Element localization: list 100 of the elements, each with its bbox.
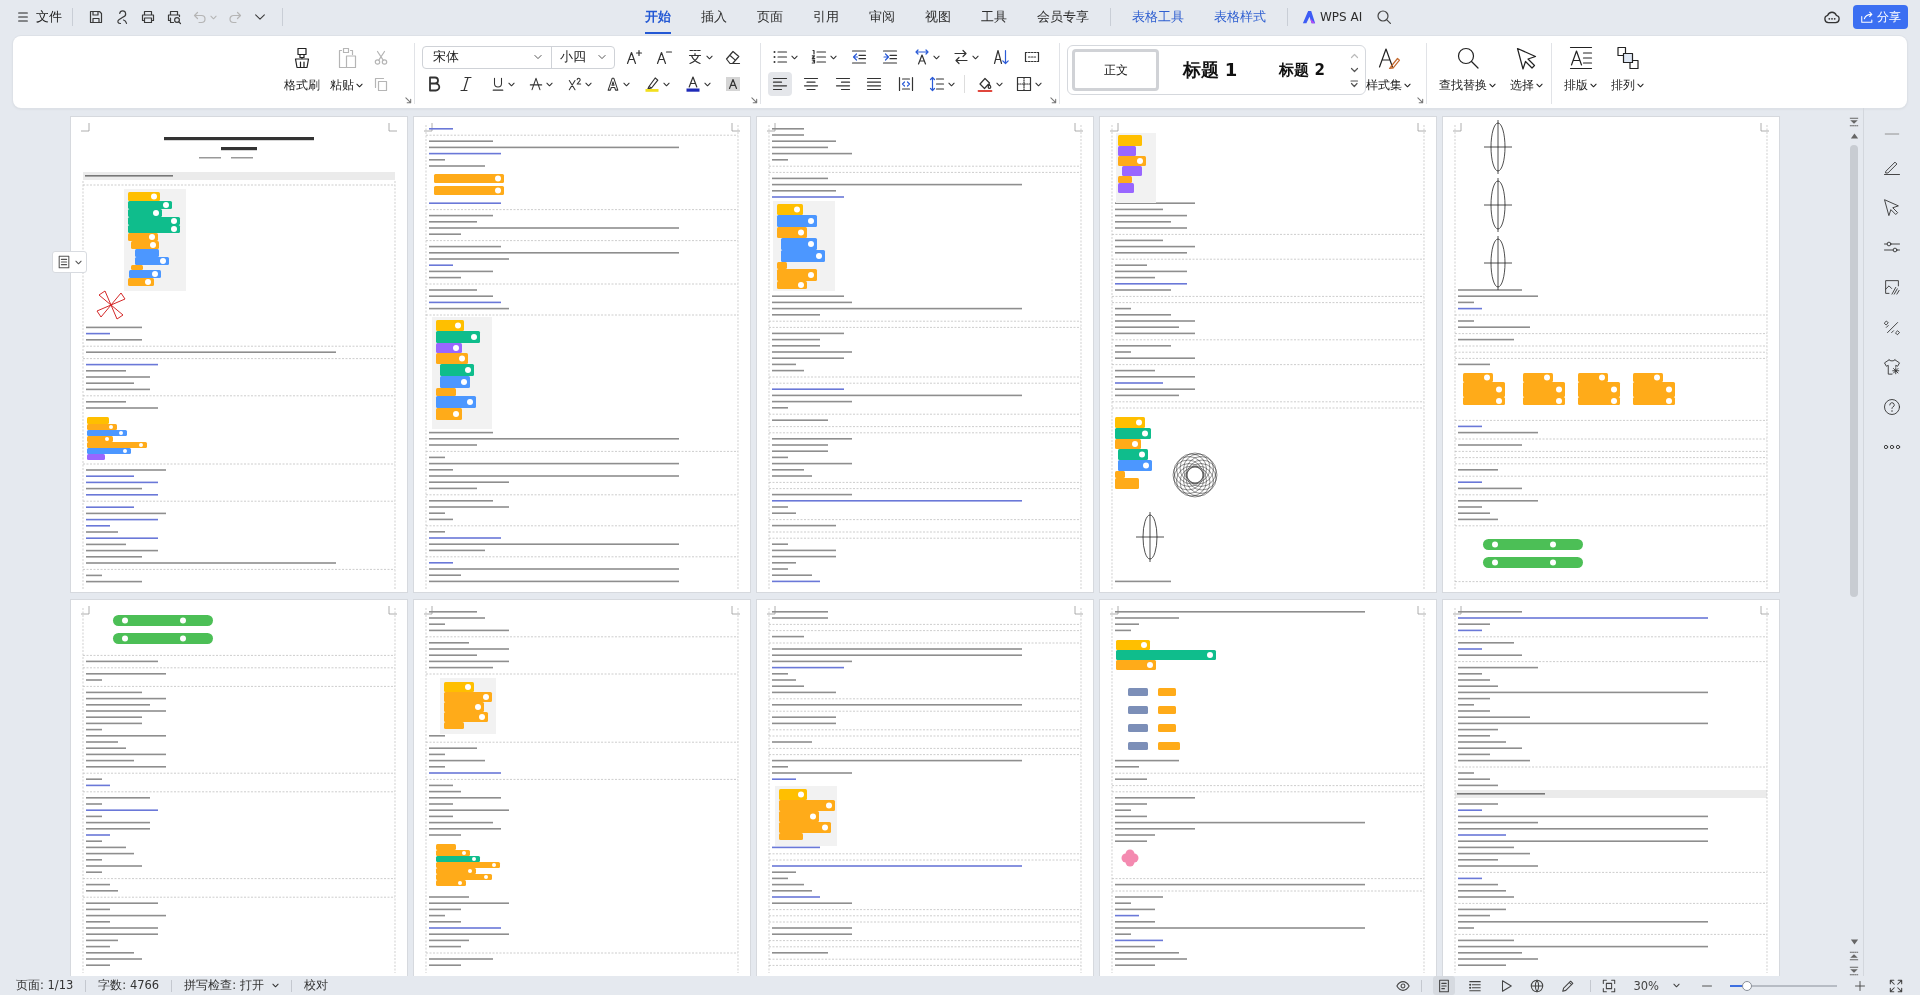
font-color-icon <box>684 76 701 92</box>
triangle-down-icon[interactable] <box>1849 938 1859 946</box>
ellipse-figure-drawing <box>1483 119 1512 175</box>
find-replace-button[interactable]: 查找替换 <box>1439 36 1496 94</box>
spell-check-button[interactable]: 拼写检查: 打开 <box>184 978 279 993</box>
select-button[interactable]: 选择 <box>1510 36 1543 94</box>
redo-icon <box>227 9 243 25</box>
save-icon[interactable] <box>88 9 104 25</box>
file-menu-button[interactable]: 文件 <box>16 8 62 26</box>
expand-gallery-icon[interactable] <box>1350 80 1359 88</box>
code-blocks-drawing <box>1127 688 1180 750</box>
menu-tab[interactable]: 表格样式 <box>1214 0 1266 34</box>
code-blocks-drawing <box>1522 373 1565 405</box>
style-option[interactable]: 标题 2 <box>1261 49 1343 91</box>
view-mode-button[interactable] <box>1433 976 1456 995</box>
code-blocks-drawing <box>1462 373 1505 405</box>
zoom-level-button[interactable]: 30% <box>1633 978 1680 993</box>
caret-icon <box>663 80 671 88</box>
pen-icon <box>1561 978 1576 993</box>
format-painter-button[interactable]: 格式刷 <box>284 36 320 94</box>
superscript-icon <box>567 77 582 91</box>
tools-icon[interactable] <box>1883 318 1901 336</box>
menu-tab[interactable]: 页面 <box>757 0 783 34</box>
cursor-icon[interactable] <box>1883 198 1901 216</box>
print-preview-icon[interactable] <box>166 9 182 25</box>
caret-icon <box>932 53 940 61</box>
ai-button[interactable]: WPS AI <box>1302 10 1363 24</box>
code-blocks-drawing <box>1115 133 1156 203</box>
code-blocks-drawing <box>1577 373 1620 405</box>
menu-tab[interactable]: 表格工具 <box>1132 0 1184 34</box>
page-view-icon <box>1437 978 1452 993</box>
outline-toggle-button[interactable] <box>52 251 87 273</box>
layout-button[interactable]: 排版 <box>1564 36 1597 94</box>
expand-arrow-icon[interactable] <box>405 97 412 104</box>
image-edit-icon[interactable] <box>1883 278 1901 296</box>
shirt-icon[interactable] <box>1883 358 1901 376</box>
strikethrough-icon <box>529 77 544 91</box>
ai-logo-icon <box>1302 10 1316 24</box>
page-down-icon[interactable] <box>1849 966 1859 976</box>
zoom-slider-thumb[interactable] <box>1742 980 1753 991</box>
menu-tab[interactable]: 工具 <box>981 0 1007 34</box>
page-indicator: 页面: 1/13 <box>16 978 74 993</box>
share-button[interactable]: 分享 <box>1853 5 1908 29</box>
flower-drawing <box>1121 849 1138 867</box>
caret-icon <box>1536 82 1543 89</box>
menu-tab[interactable]: 会员专享 <box>1037 0 1089 34</box>
triangle-up-icon[interactable] <box>1849 132 1859 140</box>
code-blocks-drawing <box>86 417 147 460</box>
ellipse-figure-drawing <box>1483 235 1512 291</box>
caret-icon <box>75 258 82 266</box>
fit-page-icon[interactable] <box>1602 978 1617 993</box>
outlined-letter-icon <box>605 77 620 91</box>
undo-icon <box>192 9 208 25</box>
swap-arrows-icon <box>953 49 970 65</box>
globe-icon <box>1530 978 1545 993</box>
menu-tab[interactable]: 插入 <box>701 0 727 34</box>
distributed-icon <box>897 76 914 92</box>
curve-icon[interactable] <box>114 9 130 25</box>
search-icon <box>1455 46 1480 70</box>
menu-icon <box>16 10 30 24</box>
menu-tab[interactable]: 视图 <box>925 0 951 34</box>
proofread-button[interactable]: 校对 <box>303 978 328 993</box>
numbered-list-icon <box>811 49 828 65</box>
fullscreen-icon[interactable] <box>1889 978 1903 993</box>
underline-icon <box>490 77 505 91</box>
chevron-down-icon[interactable] <box>1350 66 1359 74</box>
alignment-button[interactable] <box>768 72 792 96</box>
expand-arrow-icon[interactable] <box>1050 97 1057 104</box>
cursor-icon <box>1514 46 1539 70</box>
style-option[interactable]: 正文 <box>1072 49 1159 91</box>
play-icon <box>1499 978 1514 993</box>
caret-icon <box>210 13 217 21</box>
style-set-button[interactable]: 样式集 <box>1366 36 1411 94</box>
align-right-icon <box>834 76 851 92</box>
style-option[interactable]: 标题 1 <box>1159 49 1261 91</box>
eye-icon[interactable] <box>1396 978 1411 993</box>
caret-icon <box>947 80 955 88</box>
expand-arrow-icon[interactable] <box>751 97 758 104</box>
align-center-icon <box>803 76 820 92</box>
zoom-in-icon[interactable] <box>1854 979 1866 992</box>
search-icon[interactable] <box>1376 9 1393 25</box>
code-blocks-drawing <box>439 678 496 734</box>
menu-tab[interactable]: 审阅 <box>869 0 895 34</box>
chevron-down-icon <box>533 52 543 62</box>
arrange-button[interactable]: 排列 <box>1611 36 1644 94</box>
scrollbar-thumb[interactable] <box>1850 145 1858 597</box>
paint-bucket-icon <box>976 76 993 92</box>
code-blocks-drawing <box>433 174 504 195</box>
pinwheel-drawing <box>96 290 125 320</box>
ellipse-figure-drawing <box>1483 177 1512 233</box>
code-blocks-drawing <box>774 786 837 846</box>
bullet-list-icon <box>772 49 788 65</box>
help-icon[interactable] <box>1883 398 1901 416</box>
font-combo-field[interactable]: 宋体 小四 <box>422 45 615 69</box>
share-icon <box>1860 10 1874 24</box>
menu-tab[interactable]: 引用 <box>813 0 839 34</box>
expand-arrow-icon[interactable] <box>1417 97 1424 104</box>
page-down-icon[interactable] <box>1849 117 1859 127</box>
page-up-icon[interactable] <box>1849 951 1859 961</box>
print-icon[interactable] <box>140 9 156 25</box>
